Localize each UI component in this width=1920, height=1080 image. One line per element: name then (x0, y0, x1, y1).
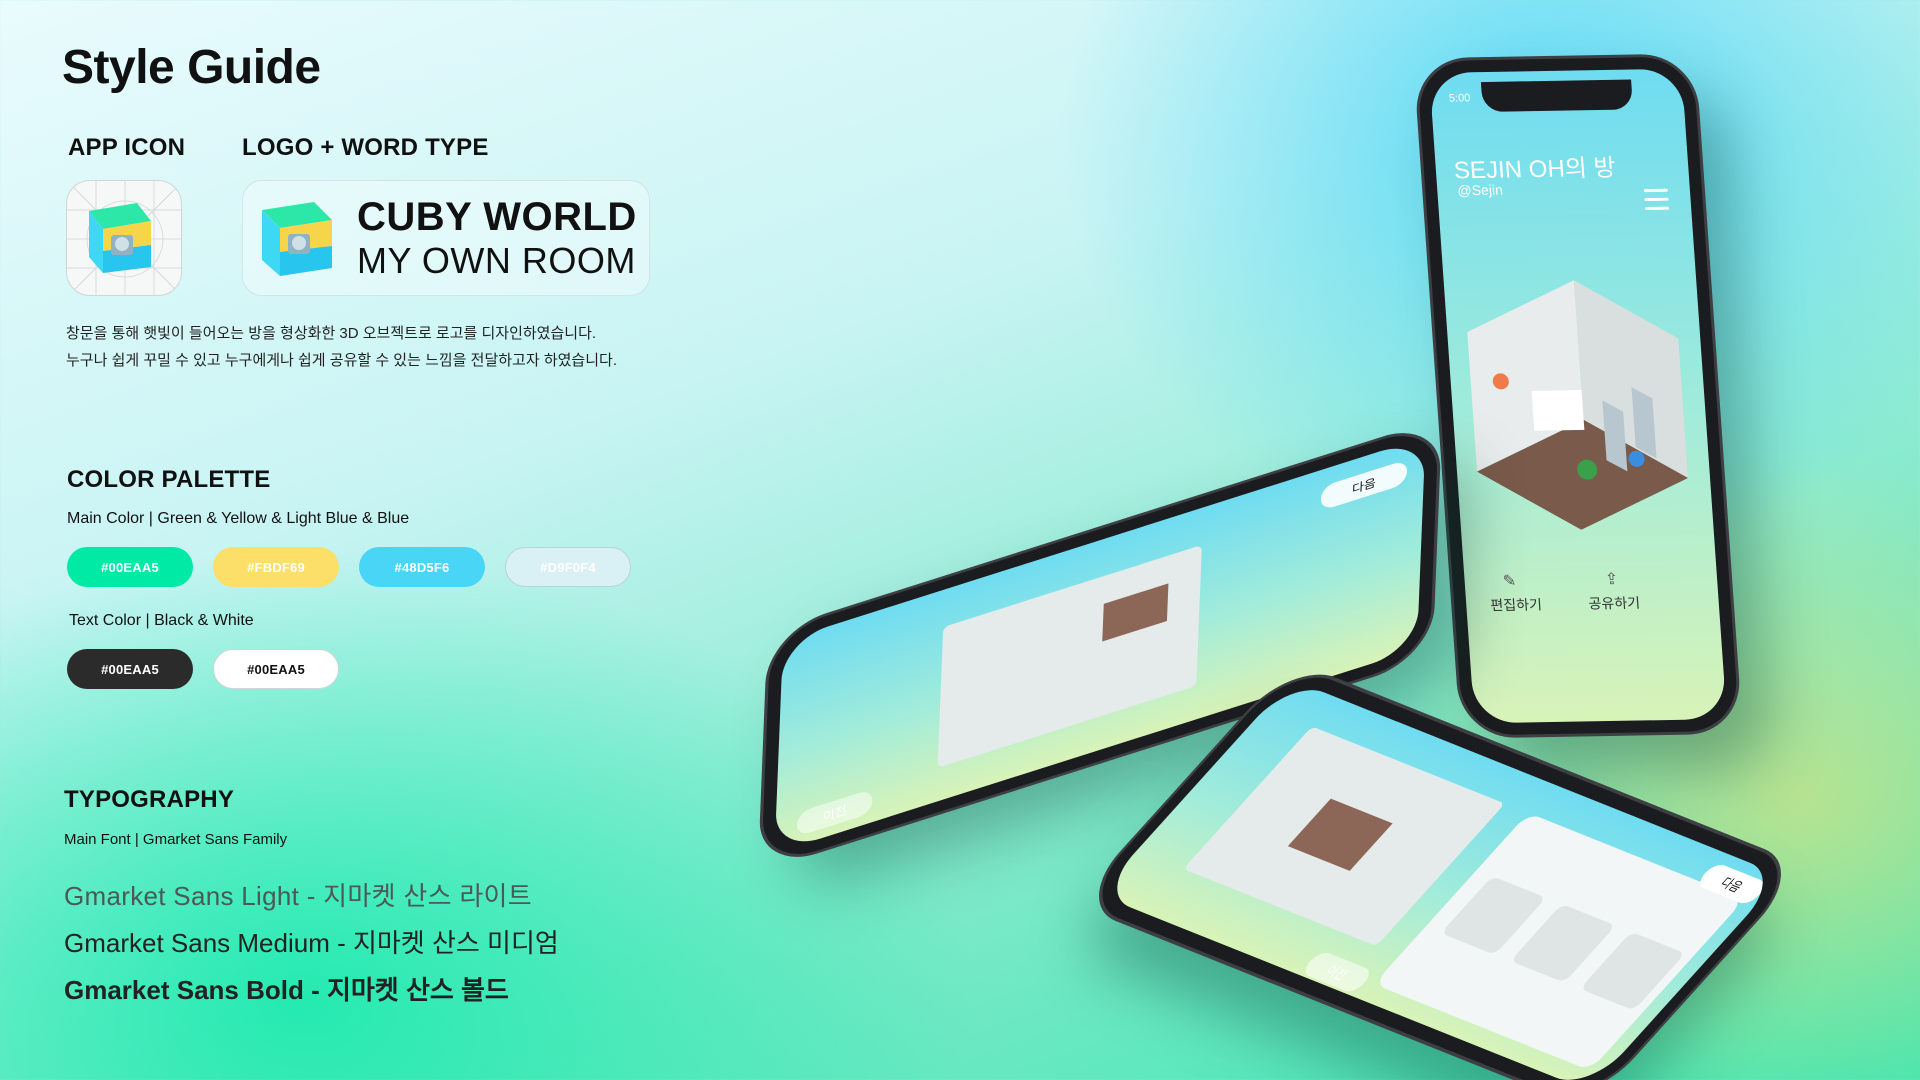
font-sample-medium: Gmarket Sans Medium - 지마켓 산스 미디엄 (64, 928, 559, 958)
menu-icon[interactable] (1643, 188, 1670, 211)
status-time: 5:00 (1448, 92, 1471, 105)
icon-grid (67, 181, 181, 295)
color-swatch-black: #00EAA5 (67, 649, 193, 689)
share-icon[interactable]: ⇪ (1604, 569, 1625, 589)
room-illustration (937, 544, 1202, 768)
font-sample-light: Gmarket Sans Light - 지마켓 산스 라이트 (64, 881, 532, 911)
logo-subtitle: MY OWN ROOM (357, 240, 636, 281)
isometric-room-illustration (1467, 280, 1688, 530)
phone-screen: 5:00 SEJIN OH의 방 @Sejin ✎ 편집하기 ⇪ 공유하기 (1429, 68, 1727, 724)
font-sample-bold: Gmarket Sans Bold - 지마켓 산스 볼드 (64, 975, 509, 1005)
logo-title: CUBY WORLD (357, 195, 637, 239)
swatch-label: #D9F0F4 (540, 559, 596, 575)
main-color-label: Main Color | Green & Yellow & Light Blue… (67, 510, 410, 527)
phone-screen: 다음 이전 (1097, 679, 1783, 1080)
cube-logo-icon (262, 202, 332, 276)
room-title: SEJIN OH의 방 (1453, 154, 1617, 185)
text-color-label: Text Color | Black & White (69, 612, 254, 629)
pencil-icon[interactable]: ✎ (1502, 571, 1523, 591)
app-icon-heading: APP ICON (68, 134, 186, 161)
app-icon (66, 180, 182, 296)
main-font-label: Main Font | Gmarket Sans Family (64, 831, 288, 848)
prev-button[interactable]: 이전 (796, 788, 873, 837)
phone-mockup-upright: 5:00 SEJIN OH의 방 @Sejin ✎ 편집하기 ⇪ 공유하기 (1416, 56, 1740, 736)
share-button[interactable]: 공유하기 (1588, 593, 1641, 614)
swatch-label: #00EAA5 (101, 559, 159, 575)
swatch-label: #48D5F6 (394, 559, 450, 575)
logo-heading: LOGO + WORD TYPE (242, 134, 489, 161)
color-swatch-pale-blue: #D9F0F4 (505, 547, 631, 587)
phone-notch (1480, 79, 1634, 113)
room-handle: @Sejin (1456, 181, 1504, 199)
description-line: 누구나 쉽게 꾸밀 수 있고 누구에게나 쉽게 공유할 수 있는 느낌을 전달하… (66, 352, 617, 369)
typography-heading: TYPOGRAPHY (64, 786, 235, 813)
swatch-label: #00EAA5 (101, 661, 159, 677)
page-title: Style Guide (62, 41, 321, 94)
color-swatch-green: #00EAA5 (67, 547, 193, 587)
swatch-label: #FBDF69 (247, 559, 305, 575)
next-button[interactable]: 다음 (1320, 459, 1408, 512)
swatch-label: #00EAA5 (247, 661, 305, 677)
color-swatch-light-blue: #48D5F6 (359, 547, 485, 587)
color-palette-heading: COLOR PALETTE (67, 466, 271, 493)
logo-description: 창문을 통해 햇빛이 들어오는 방을 형상화한 3D 오브젝트로 로고를 디자인… (66, 320, 617, 374)
description-line: 창문을 통해 햇빛이 들어오는 방을 형상화한 3D 오브젝트로 로고를 디자인… (66, 325, 597, 342)
edit-button[interactable]: 편집하기 (1490, 594, 1543, 615)
cube-logo-icon (89, 203, 151, 273)
color-swatch-white: #00EAA5 (213, 649, 339, 689)
prev-button[interactable]: 이전 (1299, 949, 1375, 995)
color-swatch-yellow: #FBDF69 (213, 547, 339, 587)
